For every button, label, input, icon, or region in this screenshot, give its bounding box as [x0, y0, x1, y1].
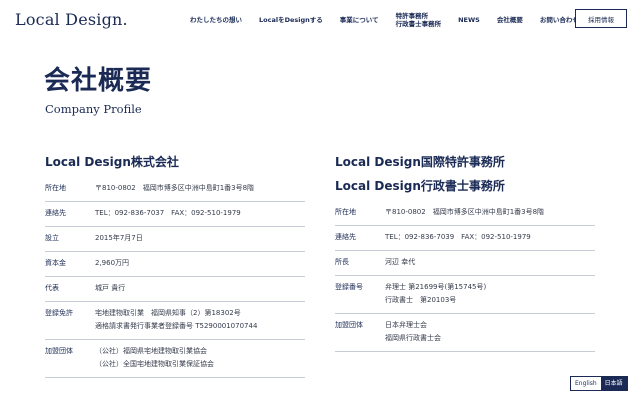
page-subtitle: Company Profile [45, 102, 142, 116]
nav-item-1[interactable]: LocalをDesignする [259, 16, 323, 24]
profile-row: 所在地 〒810-0802 福岡市博多区中洲中島町1番3号8階 [335, 201, 595, 226]
nav-item-label: LocalをDesignする [259, 16, 323, 24]
nav-item-0[interactable]: わたしたちの想い [190, 16, 242, 24]
company-profile-left: Local Design株式会社所在地 〒810-0802 福岡市博多区中洲中島町… [45, 150, 305, 378]
company-profile-right: Local Design国際特許事務所 Local Design行政書士事務所所在… [335, 150, 595, 352]
profile-value: 日本弁理士会福岡県行政書士会 [385, 319, 441, 345]
profile-label: 登録免許 [45, 309, 73, 317]
profile-value-line: （公社）全国宅地建物取引業保証協会 [95, 360, 214, 368]
profile-label: 設立 [45, 234, 59, 242]
profile-value-line: （公社）福岡県宅地建物取引業協会 [95, 347, 207, 355]
nav-item-4[interactable]: NEWS [458, 16, 480, 24]
profile-value: 河辺 幸代 [385, 256, 415, 269]
profile-value-line: 2015年7月7日 [95, 234, 143, 242]
page-title: 会社概要 [44, 66, 153, 96]
company-name: Local Design国際特許事務所 Local Design行政書士事務所 [335, 150, 595, 198]
profile-label: 所長 [335, 258, 349, 266]
profile-row: 加盟団体 日本弁理士会福岡県行政書士会 [335, 314, 595, 352]
profile-label: 連絡先 [335, 233, 356, 241]
profile-row: 登録免許 宅地建物取引業 福岡県知事（2）第18302号適格請求書発行事業者登録番… [45, 302, 305, 340]
company-name-line: Local Design国際特許事務所 [335, 155, 505, 169]
profile-value: TEL：092-836-7039 FAX：092-510-1979 [385, 231, 531, 244]
profile-row: 加盟団体 （公社）福岡県宅地建物取引業協会 （公社）全国宅地建物取引業保証協会 [45, 340, 305, 378]
profile-value-line: 宅地建物取引業 福岡県知事（2）第18302号 [95, 309, 241, 317]
nav-item-2[interactable]: 事業について [340, 16, 379, 24]
profile-value-line: 行政書士 第20103号 [385, 296, 457, 304]
nav-item-5[interactable]: 会社概要 [497, 16, 523, 24]
profile-label: 連絡先 [45, 209, 66, 217]
profile-value: 宅地建物取引業 福岡県知事（2）第18302号適格請求書発行事業者登録番号 T5… [95, 307, 257, 333]
company-name-line: Local Design株式会社 [45, 155, 179, 169]
nav-item-label: 事業について [339, 16, 379, 24]
nav-item-label: 会社概要 [496, 16, 523, 24]
profile-value-line: 〒810-0802 福岡市博多区中洲中島町1番3号8階 [95, 184, 255, 192]
lang-japanese-button[interactable]: 日本語 [600, 377, 627, 390]
profile-label: 加盟団体 [45, 347, 73, 355]
profile-row: 所在地 〒810-0802 福岡市博多区中洲中島町1番3号8階 [45, 177, 305, 202]
profile-row: 所長 河辺 幸代 [335, 251, 595, 276]
profile-value: TEL：092-836-7037 FAX：092-510-1979 [95, 207, 241, 220]
profile-value: 〒810-0802 福岡市博多区中洲中島町1番3号8階 [385, 206, 544, 219]
nav-item-3[interactable]: 特許事務所 行政書士事務所 [396, 12, 442, 28]
profile-value-line: 弁理士 第21699号(第15745号) [385, 283, 487, 291]
nav-item-label: 特許事務所 [395, 12, 429, 20]
nav-item-label: 行政書士事務所 [395, 20, 442, 28]
profile-row: 連絡先 TEL：092-836-7039 FAX：092-510-1979 [335, 226, 595, 251]
profile-label: 代表 [45, 284, 59, 292]
profile-label: 登録番号 [335, 283, 363, 291]
profile-value-line: TEL：092-836-7037 FAX：092-510-1979 [95, 209, 241, 217]
nav-item-6[interactable]: お問い合わせ [540, 16, 579, 24]
profile-value: （公社）福岡県宅地建物取引業協会 （公社）全国宅地建物取引業保証協会 [95, 345, 214, 371]
profile-row: 登録番号 弁理士 第21699号(第15745号) 行政書士 第20103号 [335, 276, 595, 314]
profile-value: 2015年7月7日 [95, 232, 143, 245]
profile-value-line: 河辺 幸代 [385, 258, 416, 266]
profile-value: 弁理士 第21699号(第15745号) 行政書士 第20103号 [385, 281, 486, 307]
company-name-line: Local Design行政書士事務所 [335, 179, 505, 193]
profile-row: 連絡先 TEL：092-836-7037 FAX：092-510-1979 [45, 202, 305, 227]
profile-label: 資本金 [45, 259, 66, 267]
main-nav: わたしたちの想い LocalをDesignする 事業について 特許事務所 行政書士事務所… [190, 0, 596, 40]
nav-item-label: NEWS [458, 16, 480, 24]
profile-row: 代表 城戸 貴行 [45, 277, 305, 302]
profile-label: 所在地 [45, 184, 66, 192]
profile-row: 設立 2015年7月7日 [45, 227, 305, 252]
nav-item-label: わたしたちの想い [190, 16, 242, 24]
profile-value-line: 城戸 貴行 [95, 284, 126, 292]
profile-row: 資本金 2,960万円 [45, 252, 305, 277]
site-logo[interactable]: Local Design. [15, 10, 128, 29]
recruit-button[interactable]: 採用情報 [575, 9, 627, 28]
language-switcher: English 日本語 [570, 376, 628, 391]
profile-label: 加盟団体 [335, 321, 363, 329]
profile-label: 所在地 [335, 208, 356, 216]
nav-item-label: お問い合わせ [539, 16, 579, 24]
profile-value-line: 2,960万円 [95, 259, 130, 267]
profile-value-line: 適格請求書発行事業者登録番号 T5290001070744 [95, 322, 258, 330]
company-name: Local Design株式会社 [45, 150, 305, 174]
profile-value: 城戸 貴行 [95, 282, 125, 295]
profile-value-line: 〒810-0802 福岡市博多区中洲中島町1番3号8階 [385, 208, 545, 216]
profile-value: 〒810-0802 福岡市博多区中洲中島町1番3号8階 [95, 182, 254, 195]
site-header: Local Design. わたしたちの想い LocalをDesignする 事業につ… [0, 0, 640, 40]
profile-value-line: 福岡県行政書士会 [385, 334, 441, 342]
profile-value-line: 日本弁理士会 [385, 321, 427, 329]
profile-value-line: TEL：092-836-7039 FAX：092-510-1979 [385, 233, 531, 241]
profile-value: 2,960万円 [95, 257, 129, 270]
lang-english-button[interactable]: English [571, 377, 601, 390]
